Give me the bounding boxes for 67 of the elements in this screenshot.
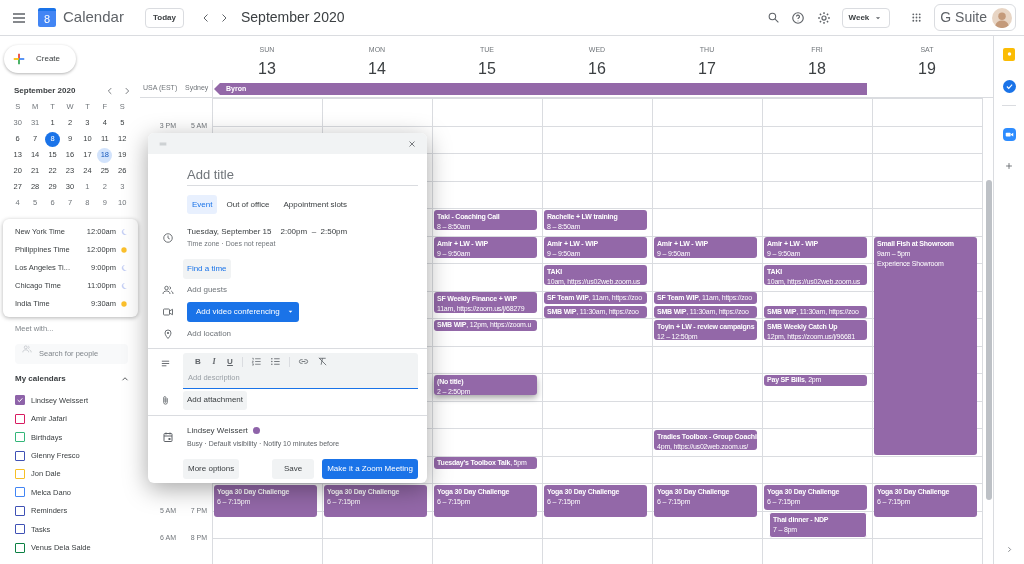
- dialog-button[interactable]: Save: [271, 459, 315, 479]
- calendar-checkbox[interactable]: [15, 524, 25, 535]
- calendar-checkbox[interactable]: [15, 395, 25, 406]
- people-icon: [22, 344, 32, 355]
- calendar-checkbox[interactable]: [15, 450, 25, 461]
- calendar-checkbox[interactable]: [15, 413, 25, 424]
- close-icon[interactable]: [407, 138, 417, 149]
- scrollbar-thumb[interactable]: [986, 180, 992, 500]
- video-conferencing-button[interactable]: Add video conferencing: [187, 301, 299, 322]
- date-number: 14: [368, 58, 386, 79]
- numbered-list-icon: [251, 356, 262, 367]
- attachment-icon: [160, 394, 171, 406]
- checkmark-icon: [1004, 82, 1014, 91]
- event-date[interactable]: Tuesday, September 15: [187, 226, 272, 238]
- guests-icon: [161, 283, 174, 296]
- link-icon: [298, 356, 309, 367]
- date-number: 13: [258, 58, 276, 79]
- event-type-tab[interactable]: Appointment slots: [278, 195, 353, 214]
- clock-icon: [161, 231, 174, 244]
- calendar-checkbox[interactable]: [15, 505, 25, 516]
- dialog-button[interactable]: Make it a Zoom Meeting: [322, 459, 418, 479]
- view-dropdown[interactable]: Week: [841, 7, 891, 28]
- format-button[interactable]: I: [207, 355, 221, 368]
- format-button[interactable]: B: [191, 355, 205, 368]
- video-app-button[interactable]: [1002, 128, 1016, 141]
- location-icon: [161, 327, 174, 340]
- find-time-button[interactable]: Find a time: [183, 258, 231, 279]
- video-camera-icon: [1004, 130, 1014, 139]
- date-number: 15: [478, 58, 496, 79]
- date-number: 18: [808, 58, 826, 79]
- calendar-checkbox[interactable]: [15, 487, 25, 498]
- calendar-icon: [161, 430, 174, 443]
- app-title: Calendar: [63, 7, 124, 28]
- search-icon[interactable]: [766, 11, 780, 24]
- date-number: 16: [588, 58, 606, 79]
- mini-calendar-title: September 2020: [14, 85, 77, 97]
- dialog-button[interactable]: More options: [183, 459, 240, 479]
- checkmark-icon: [16, 396, 24, 405]
- current-period: September 2020: [240, 8, 345, 27]
- my-calendars-heading: My calendars: [15, 373, 67, 386]
- account-button[interactable]: G Suite: [934, 4, 1016, 31]
- video-icon: [161, 305, 174, 318]
- event-time-range[interactable]: 2:00pm – 2:50pm: [280, 226, 348, 238]
- plus-icon: [12, 52, 26, 66]
- guests-field[interactable]: Add guests: [187, 283, 387, 296]
- calendar-logo: 8: [38, 8, 56, 27]
- calendar-owner[interactable]: Lindsey Weissert: [187, 424, 248, 437]
- attachment-button[interactable]: Add attachment: [183, 390, 248, 410]
- add-icon[interactable]: [1004, 161, 1014, 171]
- title-field[interactable]: Add title: [187, 164, 418, 186]
- location-field[interactable]: Add location: [187, 327, 387, 340]
- help-icon[interactable]: [790, 10, 805, 25]
- event-type-tab[interactable]: Out of office: [221, 195, 275, 214]
- create-button[interactable]: Create: [4, 45, 76, 73]
- event-type-tab[interactable]: Event: [187, 195, 218, 214]
- settings-icon[interactable]: [816, 10, 831, 25]
- date-number: 17: [698, 58, 716, 79]
- clear-formatting-icon: [317, 356, 328, 367]
- date-number: 19: [918, 58, 936, 79]
- calendar-checkbox[interactable]: [15, 542, 25, 553]
- avatar-icon: [992, 7, 1012, 28]
- format-button[interactable]: U: [223, 355, 237, 368]
- tasks-app-button[interactable]: [1002, 80, 1016, 93]
- apps-icon[interactable]: [911, 12, 923, 23]
- today-button[interactable]: Today: [145, 7, 184, 28]
- bulleted-list-icon: [270, 356, 281, 367]
- calendar-checkbox[interactable]: [15, 432, 25, 443]
